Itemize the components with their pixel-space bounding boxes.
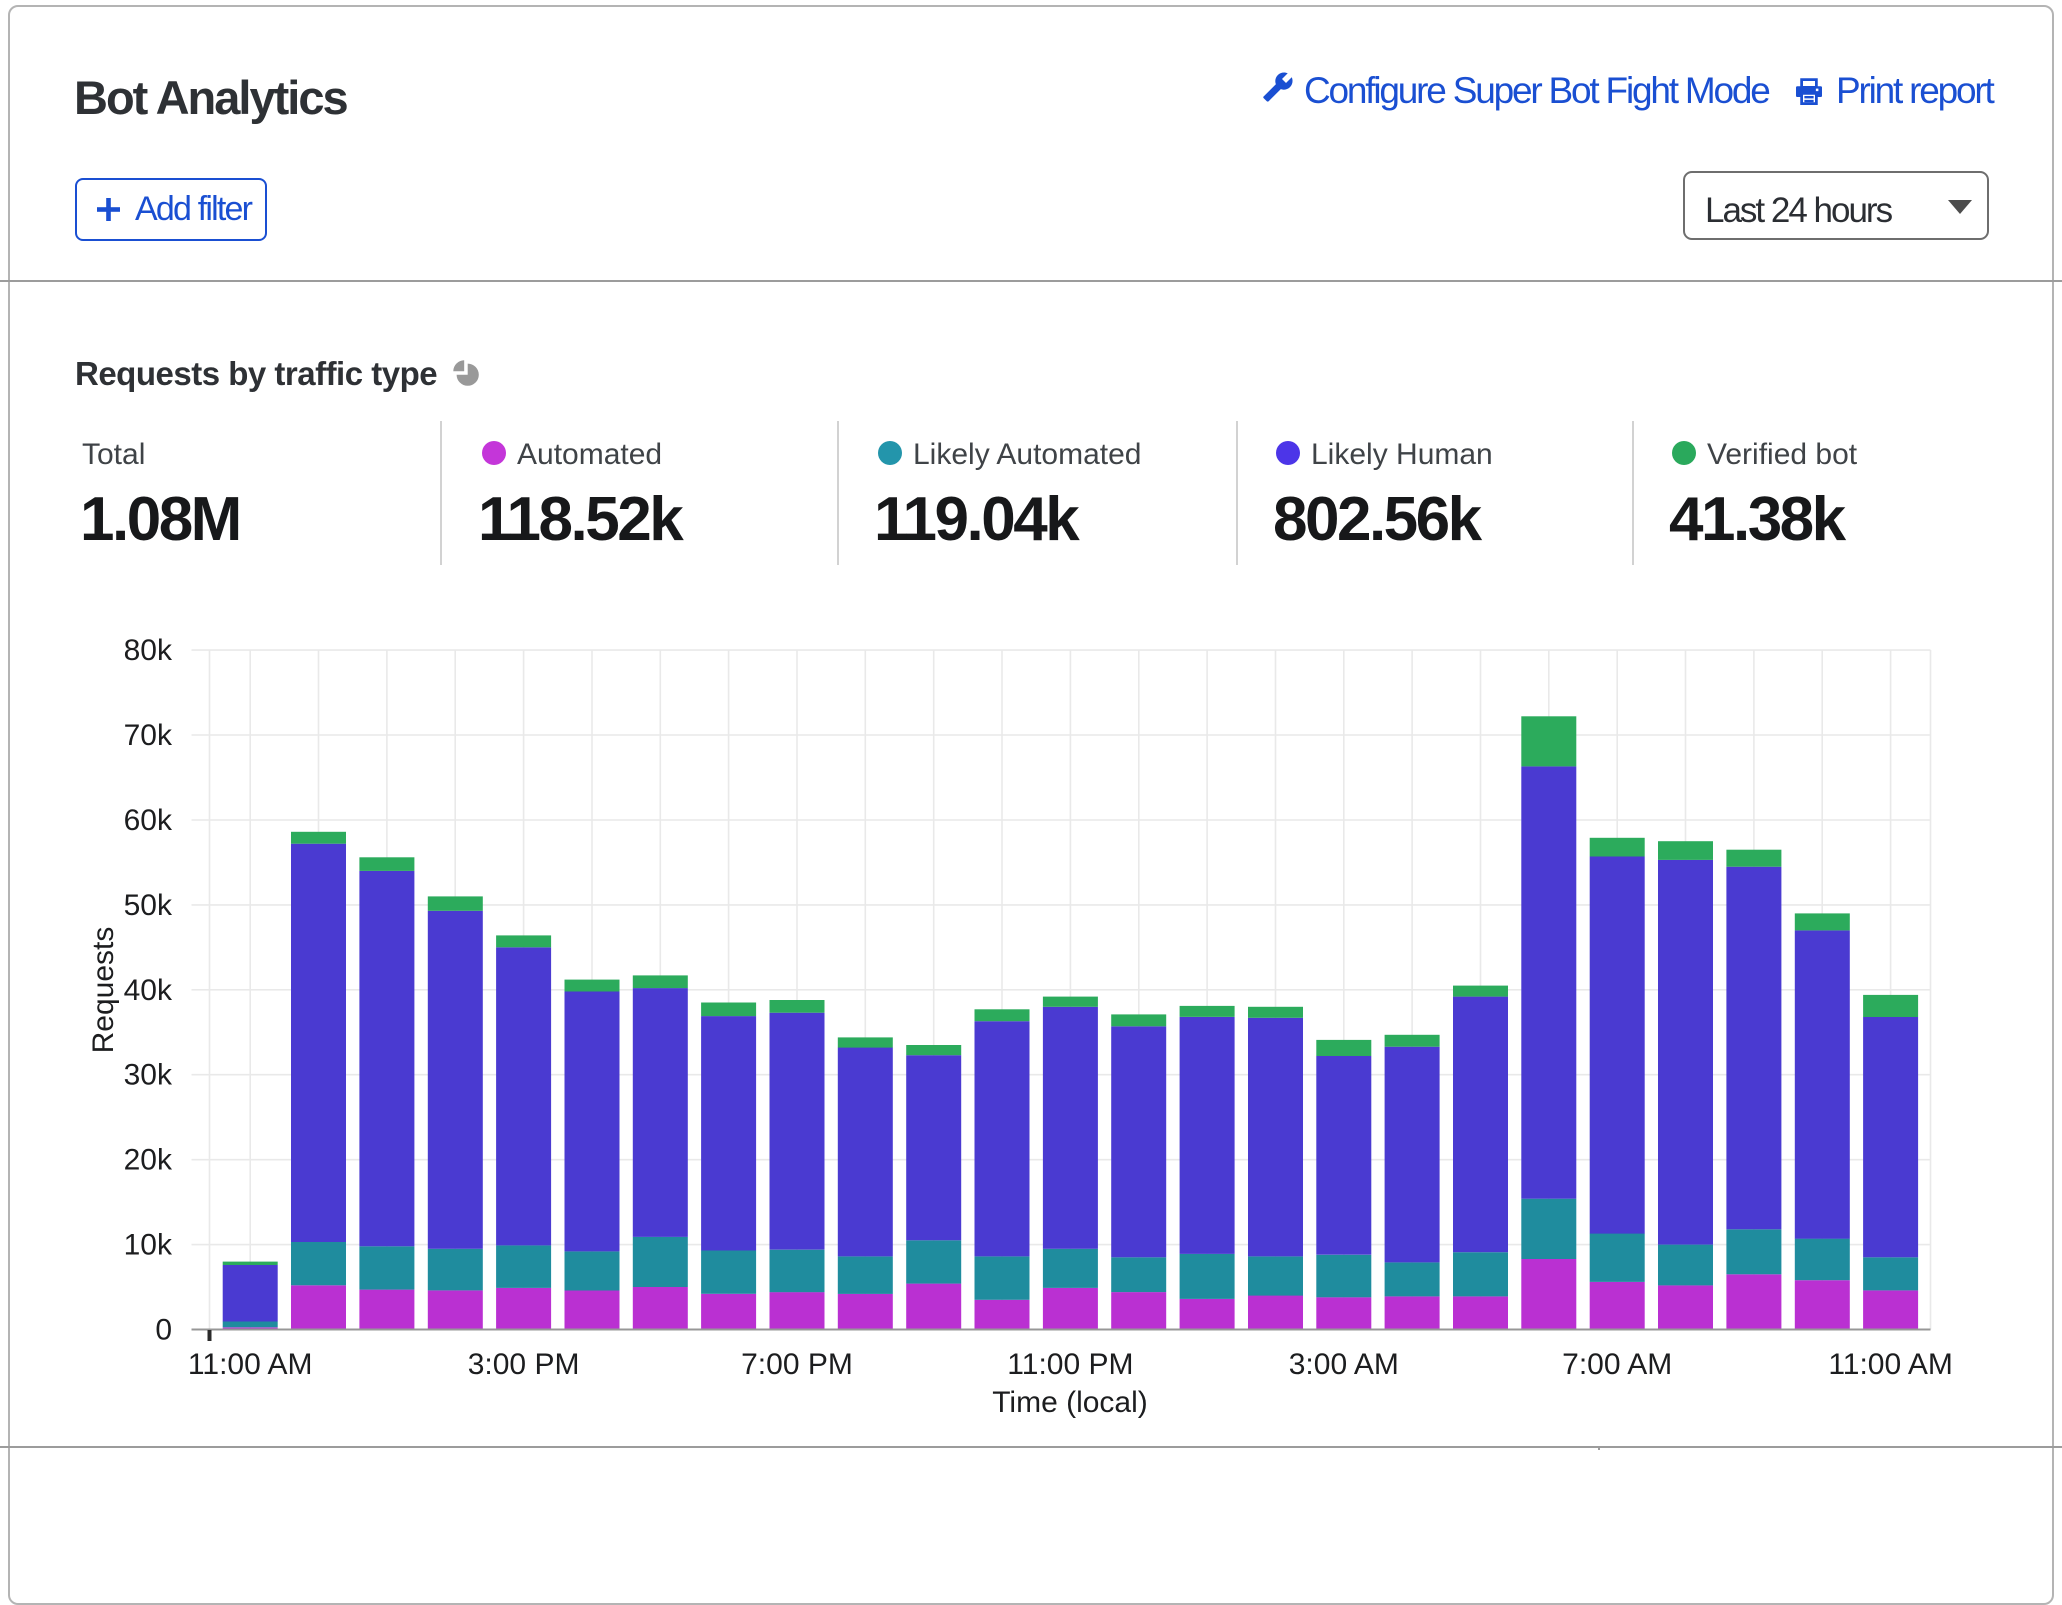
svg-text:70k: 70k: [124, 719, 173, 752]
svg-text:Time (local): Time (local): [992, 1386, 1148, 1419]
svg-text:0: 0: [155, 1314, 172, 1347]
svg-text:7:00 AM: 7:00 AM: [1562, 1348, 1672, 1381]
svg-text:Requests: Requests: [87, 927, 120, 1054]
svg-text:60k: 60k: [124, 804, 173, 837]
svg-text:80k: 80k: [124, 634, 173, 667]
svg-text:3:00 PM: 3:00 PM: [468, 1348, 580, 1381]
svg-text:10k: 10k: [124, 1229, 173, 1262]
svg-text:40k: 40k: [124, 974, 173, 1007]
svg-text:7:00 PM: 7:00 PM: [741, 1348, 853, 1381]
svg-text:11:00 AM: 11:00 AM: [1828, 1348, 1953, 1381]
svg-text:3:00 AM: 3:00 AM: [1289, 1348, 1399, 1381]
svg-text:50k: 50k: [124, 889, 173, 922]
svg-text:11:00 AM: 11:00 AM: [188, 1348, 313, 1381]
svg-text:20k: 20k: [124, 1144, 173, 1177]
svg-text:11:00 PM: 11:00 PM: [1007, 1348, 1133, 1381]
svg-text:30k: 30k: [124, 1059, 173, 1092]
